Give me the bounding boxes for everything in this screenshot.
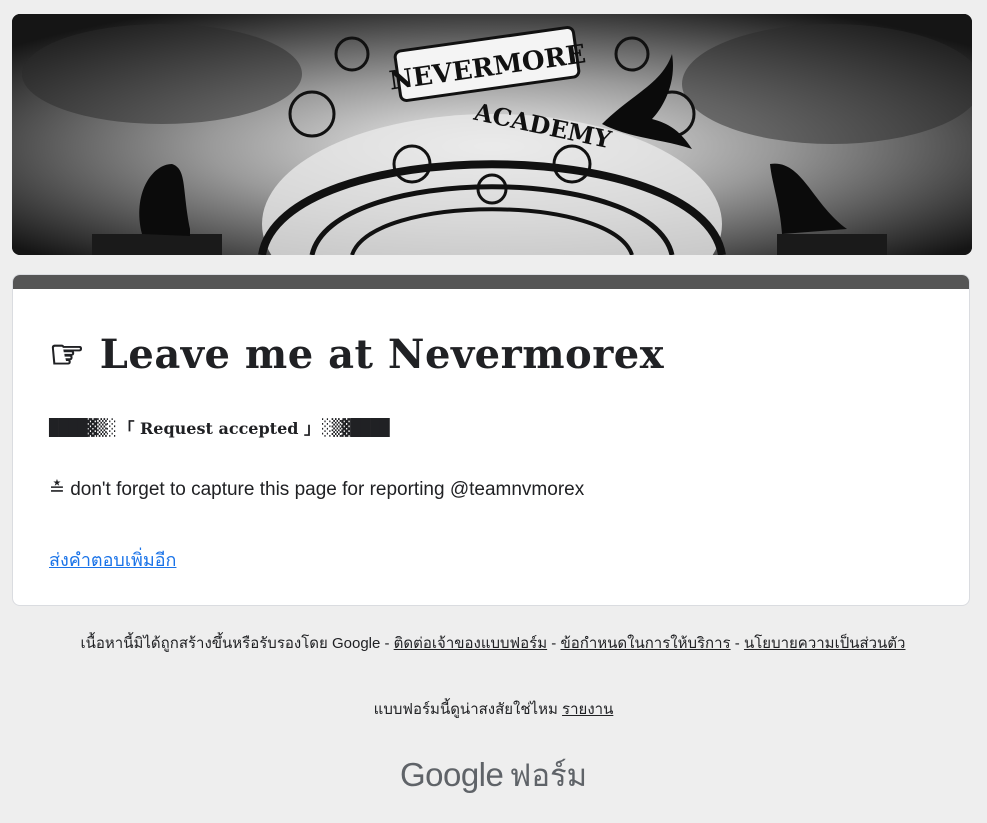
status-bars-right: ░▒▓████ bbox=[322, 417, 390, 437]
page-title: ☞ Leave me at Nevermorex bbox=[49, 331, 664, 378]
confirmation-card: ☞ Leave me at Nevermorex ████▓▒░ 「 Reque… bbox=[12, 274, 970, 606]
submit-another-response-link[interactable]: ส่งคำตอบเพิ่มอีก bbox=[49, 545, 176, 574]
header-banner-image: NEVERMORE ACADEMY bbox=[12, 14, 972, 255]
star-equals-icon: ≛ bbox=[49, 479, 65, 500]
separator: - bbox=[551, 635, 557, 652]
title-text: Leave me at Nevermorex bbox=[99, 331, 665, 378]
contact-owner-link[interactable]: ติดต่อเจ้าของแบบฟอร์ม bbox=[394, 635, 547, 652]
report-link[interactable]: รายงาน bbox=[562, 701, 613, 718]
pointing-hand-icon: ☞ bbox=[49, 331, 86, 378]
logo-google-text: Google bbox=[399, 756, 504, 793]
status-line: ████▓▒░ 「 Request accepted 」 ░▒▓████ bbox=[49, 415, 389, 439]
suspicious-text: แบบฟอร์มนี้ดูน่าสงสัยใช่ไหม bbox=[373, 701, 558, 718]
status-bars-left: ████▓▒░ bbox=[49, 417, 117, 437]
report-abuse-line: แบบฟอร์มนี้ดูน่าสงสัยใช่ไหม รายงาน bbox=[0, 697, 987, 721]
privacy-link[interactable]: นโยบายความเป็นส่วนตัว bbox=[744, 635, 906, 652]
footer-disclaimer: เนื้อหานี้มิได้ถูกสร้างขึ้นหรือรับรองโดย… bbox=[20, 633, 966, 655]
card-accent-bar bbox=[13, 275, 969, 289]
logo-forms-text: ฟอร์ม bbox=[509, 758, 588, 793]
google-forms-logo[interactable]: Google ฟอร์ม bbox=[0, 750, 987, 800]
terms-link[interactable]: ข้อกำหนดในการให้บริการ bbox=[560, 635, 730, 652]
capture-note: ≛ don't forget to capture this page for … bbox=[49, 478, 584, 501]
separator: - bbox=[734, 635, 740, 652]
status-accepted-label: 「 Request accepted 」 bbox=[118, 419, 321, 438]
capture-note-text: don't forget to capture this page for re… bbox=[70, 479, 585, 500]
disclaimer-text: เนื้อหานี้มิได้ถูกสร้างขึ้นหรือรับรองโดย… bbox=[80, 635, 390, 652]
